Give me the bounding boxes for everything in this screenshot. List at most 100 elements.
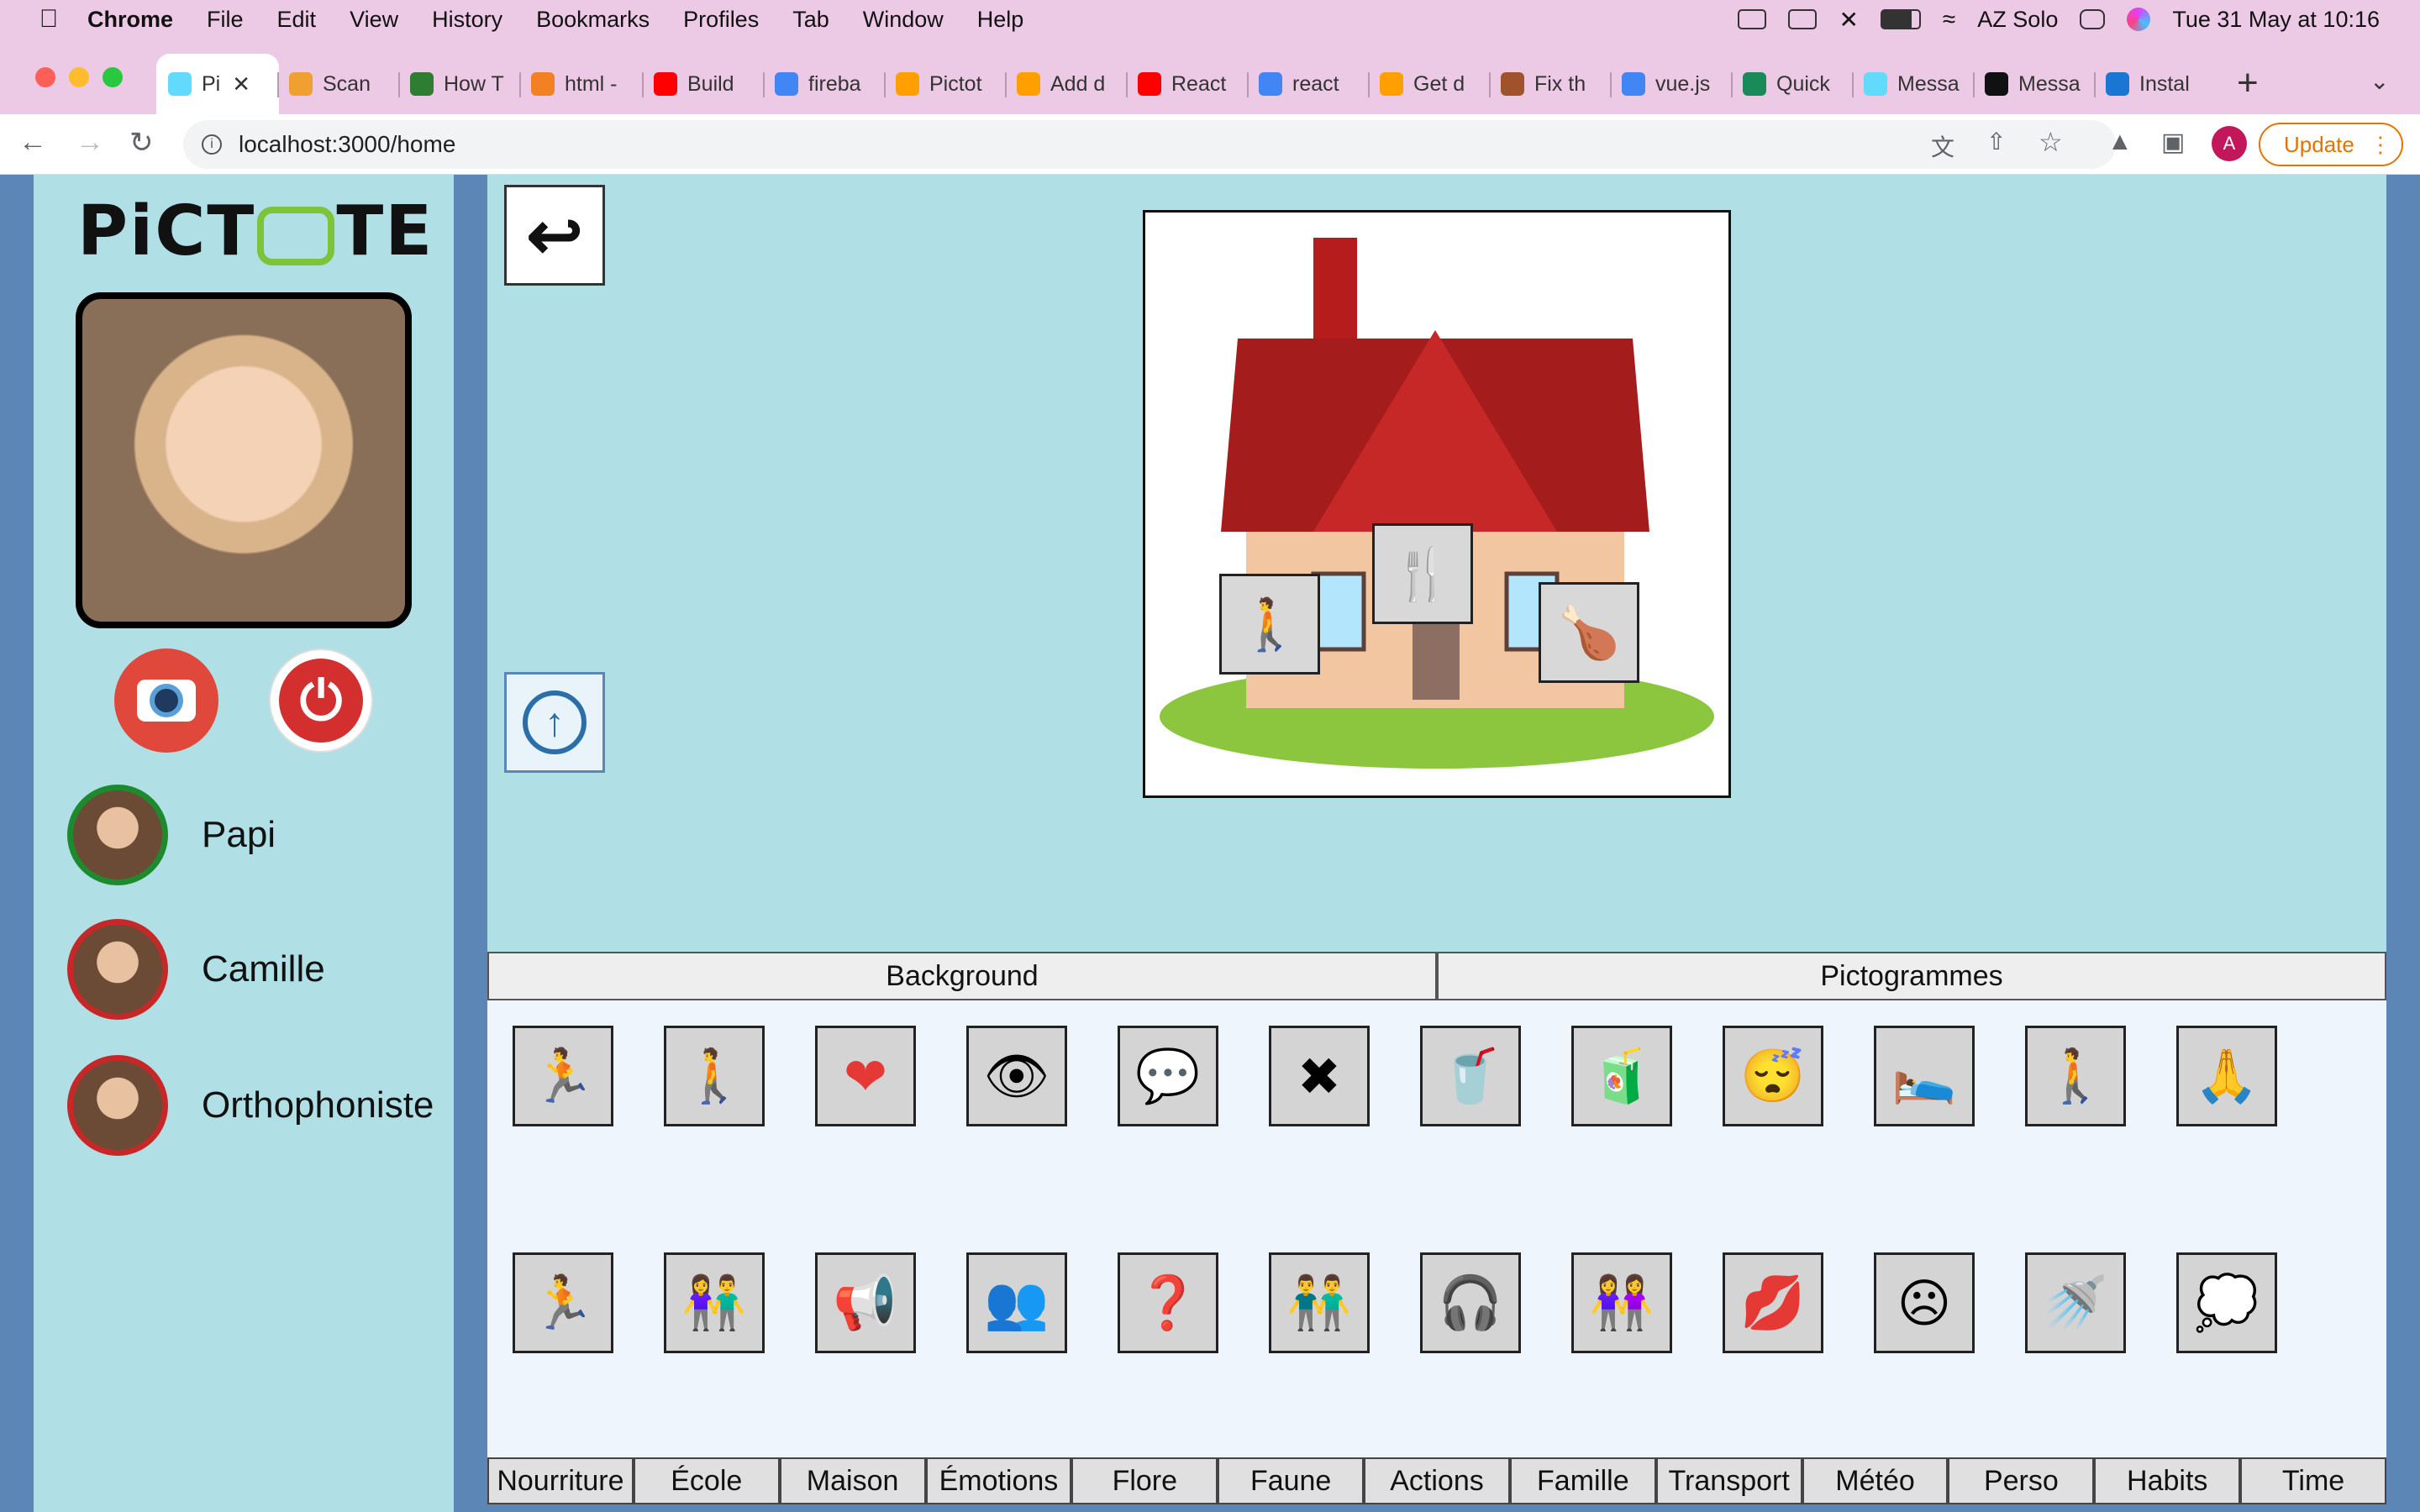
category-tab-3[interactable]: Émotions — [925, 1457, 1072, 1504]
tab-background[interactable]: Background — [487, 952, 1437, 1000]
menu-profiles[interactable]: Profiles — [683, 7, 759, 33]
browser-tab-1[interactable]: Scan — [289, 60, 393, 108]
scene-eat-picto[interactable]: 🍴 — [1372, 523, 1473, 624]
battery-icon[interactable] — [1880, 9, 1921, 29]
category-tab-1[interactable]: École — [633, 1457, 780, 1504]
pictogram-tile[interactable]: 👁 — [966, 1026, 1067, 1126]
profile-avatar[interactable]: A — [2212, 126, 2247, 161]
pictogram-tile[interactable]: 🙏 — [2176, 1026, 2277, 1126]
power-button[interactable]: ⏻ — [269, 648, 373, 753]
extensions-icon[interactable]: ▲ — [2107, 128, 2133, 156]
pictogram-tile[interactable]: 🚶 — [664, 1026, 765, 1126]
menu-bookmarks[interactable]: Bookmarks — [536, 7, 650, 33]
pictogram-tile[interactable]: ❓ — [1118, 1252, 1218, 1353]
category-tab-9[interactable]: Météo — [1802, 1457, 1949, 1504]
screen-icon[interactable] — [1788, 9, 1818, 29]
close-window-icon[interactable] — [35, 67, 55, 87]
browser-tab-14[interactable]: Messa — [1864, 60, 1968, 108]
tab-search-icon[interactable]: ⌄ — [2370, 67, 2389, 95]
menu-history[interactable]: History — [432, 7, 502, 33]
browser-tab-4[interactable]: Build — [654, 60, 758, 108]
browser-tab-8[interactable]: React — [1138, 60, 1242, 108]
menu-edit[interactable]: Edit — [277, 7, 317, 33]
pictogram-tile[interactable]: 💋 — [1723, 1252, 1823, 1353]
menu-file[interactable]: File — [207, 7, 244, 33]
pictogram-tile[interactable]: 👫 — [664, 1252, 765, 1353]
house-scene-canvas[interactable]: 🚶 🍴 🍗 — [1143, 210, 1731, 798]
camera-button[interactable] — [114, 648, 218, 753]
pictogram-tile[interactable]: 🎧 — [1420, 1252, 1521, 1353]
pictogram-tile[interactable]: 😴 — [1723, 1026, 1823, 1126]
address-bar[interactable]: i localhost:3000/home — [183, 120, 2116, 169]
category-tab-7[interactable]: Famille — [1509, 1457, 1656, 1504]
pictogram-tile[interactable]: 👭 — [1571, 1252, 1672, 1353]
browser-tab-3[interactable]: html - — [531, 60, 635, 108]
control-center-icon[interactable] — [2080, 9, 2106, 29]
pictogram-tile[interactable]: 🏃 — [513, 1252, 613, 1353]
site-info-icon[interactable]: i — [202, 134, 222, 155]
pictogram-tile[interactable]: 🚶 — [2025, 1026, 2126, 1126]
new-tab-icon[interactable]: + — [2237, 62, 2259, 104]
maximize-window-icon[interactable] — [103, 67, 123, 87]
apple-icon[interactable]:  — [37, 5, 60, 33]
scroll-up-button[interactable]: ↑ — [504, 672, 605, 773]
pictogram-tile[interactable]: ☹ — [1874, 1252, 1975, 1353]
category-tab-12[interactable]: Time — [2240, 1457, 2386, 1504]
browser-tab-10[interactable]: Get d — [1380, 60, 1484, 108]
pictogram-tile[interactable]: 📢 — [815, 1252, 916, 1353]
pictogram-tile[interactable]: ❤ — [815, 1026, 916, 1126]
contact-camille[interactable]: Camille — [67, 919, 325, 1020]
share-icon[interactable]: ⇧ — [1986, 128, 2006, 155]
browser-tab-13[interactable]: Quick — [1743, 60, 1847, 108]
category-tab-6[interactable]: Actions — [1364, 1457, 1510, 1504]
category-tab-8[interactable]: Transport — [1655, 1457, 1802, 1504]
menu-user[interactable]: AZ Solo — [1977, 7, 2058, 33]
browser-tab-0[interactable]: Pi ✕ — [168, 60, 269, 108]
menu-tab[interactable]: Tab — [792, 7, 829, 33]
wifi-icon[interactable]: ≈ — [1943, 6, 1955, 33]
drive-icon[interactable] — [1738, 9, 1767, 29]
pictogram-tile[interactable]: 💬 — [1118, 1026, 1218, 1126]
contact-papi[interactable]: Papi — [67, 785, 276, 885]
menu-view[interactable]: View — [350, 7, 398, 33]
pictogram-tile[interactable]: 💭 — [2176, 1252, 2277, 1353]
forward-arrow-icon[interactable]: → — [76, 126, 104, 159]
reload-icon[interactable]: ↻ — [129, 126, 154, 160]
side-panel-icon[interactable]: ▣ — [2161, 128, 2185, 157]
minimize-window-icon[interactable] — [69, 67, 89, 87]
back-button[interactable]: ↩ — [504, 185, 605, 286]
bluetooth-icon[interactable]: ✕ — [1839, 6, 1858, 34]
pictogram-tile[interactable]: 🛌 — [1874, 1026, 1975, 1126]
menu-app-name[interactable]: Chrome — [87, 7, 173, 33]
category-tab-4[interactable]: Flore — [1071, 1457, 1218, 1504]
back-arrow-icon[interactable]: ← — [18, 126, 47, 159]
pictogram-tile[interactable]: 🏃 — [513, 1026, 613, 1126]
browser-tab-9[interactable]: react — [1259, 60, 1363, 108]
browser-tab-5[interactable]: fireba — [775, 60, 879, 108]
browser-tab-16[interactable]: Instal — [2106, 60, 2210, 108]
category-tab-5[interactable]: Faune — [1218, 1457, 1365, 1504]
browser-tab-11[interactable]: Fix th — [1501, 60, 1605, 108]
category-tab-0[interactable]: Nourriture — [487, 1457, 634, 1504]
category-tab-11[interactable]: Habits — [2094, 1457, 2241, 1504]
translate-icon[interactable]: 文 — [1931, 129, 1954, 163]
pictogram-tile[interactable]: 👥 — [966, 1252, 1067, 1353]
close-tab-icon[interactable]: ✕ — [232, 71, 250, 97]
contact-orthophoniste[interactable]: Orthophoniste — [67, 1055, 434, 1156]
update-button[interactable]: Update ⋮ — [2259, 123, 2403, 166]
scene-chicken-picto[interactable]: 🍗 — [1539, 582, 1639, 683]
pictogram-tile[interactable]: 🚿 — [2025, 1252, 2126, 1353]
menu-help[interactable]: Help — [977, 7, 1024, 33]
browser-tab-2[interactable]: How T — [410, 60, 514, 108]
category-tab-10[interactable]: Perso — [1948, 1457, 2095, 1504]
scene-go-picto[interactable]: 🚶 — [1219, 574, 1320, 675]
siri-icon[interactable] — [2127, 8, 2151, 31]
tab-pictogrammes[interactable]: Pictogrammes — [1437, 952, 2386, 1000]
browser-tab-6[interactable]: Pictot — [896, 60, 1000, 108]
browser-tab-12[interactable]: vue.js — [1622, 60, 1726, 108]
pictogram-tile[interactable]: 👬 — [1269, 1252, 1370, 1353]
browser-tab-15[interactable]: Messa — [1985, 60, 2089, 108]
category-tab-2[interactable]: Maison — [779, 1457, 926, 1504]
bookmark-star-icon[interactable]: ☆ — [2039, 126, 2063, 158]
menu-window[interactable]: Window — [863, 7, 944, 33]
